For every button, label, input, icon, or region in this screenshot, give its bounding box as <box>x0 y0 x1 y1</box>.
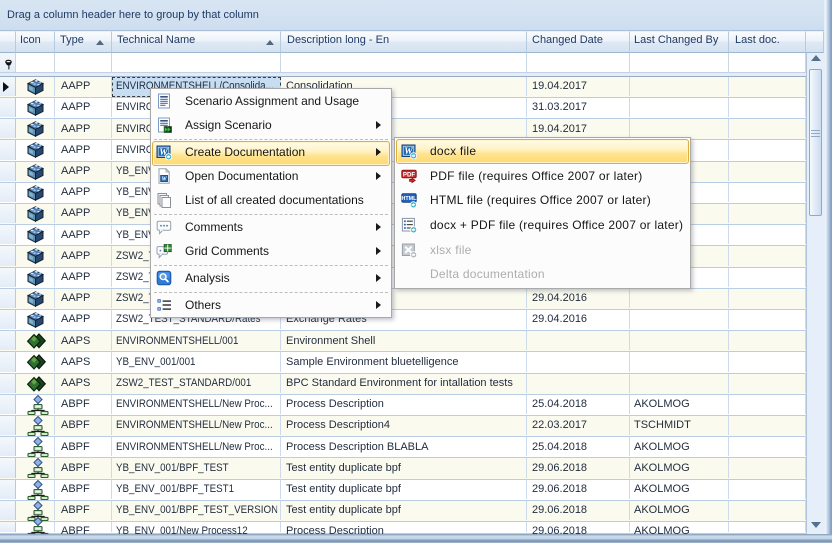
svg-text:PDF: PDF <box>403 171 416 178</box>
svg-text:W: W <box>162 177 168 183</box>
svg-text:HTML: HTML <box>402 196 417 202</box>
